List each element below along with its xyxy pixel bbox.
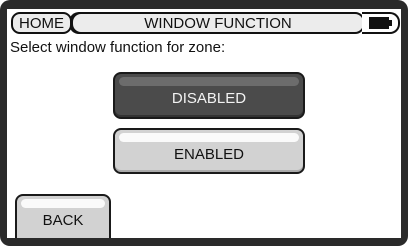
enabled-button-label: ENABLED [173, 145, 245, 163]
button-highlight [119, 133, 299, 142]
page-title: WINDOW FUNCTION [71, 12, 365, 34]
prompt-text: Select window function for zone: [10, 39, 226, 56]
back-button-label: BACK [42, 211, 84, 229]
battery-icon [369, 17, 389, 29]
battery-tip-icon [389, 20, 392, 26]
enabled-button[interactable]: ENABLED [113, 128, 305, 174]
button-highlight [21, 199, 105, 208]
back-button[interactable]: BACK [15, 194, 111, 238]
disabled-button-label: DISABLED [171, 90, 247, 107]
button-highlight [119, 77, 299, 86]
screen: WINDOW FUNCTION HOME Select window funct… [7, 9, 401, 238]
home-button[interactable]: HOME [11, 12, 72, 34]
disabled-button[interactable]: DISABLED [113, 72, 305, 119]
